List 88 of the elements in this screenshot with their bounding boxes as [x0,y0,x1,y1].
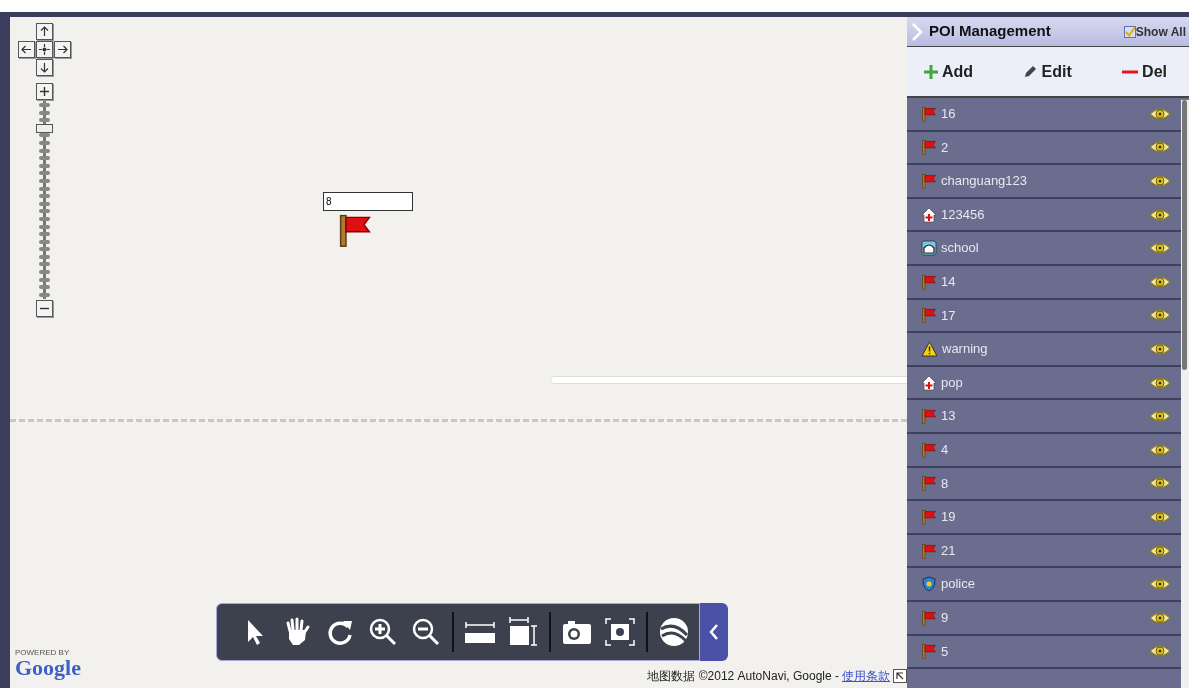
poi-label: 17 [941,306,956,325]
scrollbar[interactable] [1181,100,1189,688]
flag-icon [921,408,937,425]
panel-title: POI Management [929,21,1051,42]
eye-icon[interactable] [1149,542,1171,559]
warning-icon [921,340,938,357]
pan-right-button[interactable] [54,41,71,58]
poi-label: changuang123 [941,172,1028,191]
pencil-icon [1023,64,1038,79]
arrow-icon [21,44,32,55]
house-cross-icon [921,374,937,391]
poi-label: 14 [941,273,956,291]
eye-icon[interactable] [1149,340,1171,357]
flag-icon [921,173,937,189]
area-measure-icon[interactable] [506,615,540,649]
zoom-slider[interactable] [36,101,53,299]
map-attribution: 地图数据 ©2012 AutoNavi, Google - [647,668,839,685]
terms-link[interactable]: 使用条款 [842,667,890,685]
shield-icon [921,576,937,593]
flag-icon [921,105,937,122]
flag-icon [921,441,937,458]
poi-label: 4 [941,441,949,459]
eye-icon[interactable] [1149,105,1171,122]
screenshot-icon[interactable] [603,615,637,649]
poi-label: 9 [941,608,949,627]
poi-label: 2 [941,138,949,157]
flag-icon [921,508,937,525]
flag-icon [921,307,937,324]
poi-label: 8 [941,474,949,493]
flag-icon [921,139,937,156]
eye-icon[interactable] [1149,508,1171,525]
house-cross-icon [921,206,937,223]
poi-label: warning [942,340,988,359]
eye-icon[interactable] [1149,643,1171,660]
corner-arrow-icon[interactable] [893,669,907,683]
checkmark-icon [1124,25,1135,38]
arrow-icon [57,44,68,55]
flag-icon [921,542,937,559]
eye-icon[interactable] [1149,273,1171,290]
google-logo: Google [15,657,81,679]
poi-label: 5 [941,642,949,661]
show-all-checkbox[interactable]: Show All [1123,22,1186,41]
chevron-left-icon [709,624,719,640]
eye-icon[interactable] [1149,374,1171,391]
poi-label: 123456 [941,205,985,224]
eye-icon[interactable] [1149,173,1171,189]
zoom-out-button[interactable] [36,300,53,317]
slider-handle[interactable] [36,123,53,133]
arrow-icon [39,62,50,73]
eye-icon[interactable] [1149,139,1171,156]
school-icon [921,240,937,257]
flag-icon [921,475,937,492]
logo-caption: POWERED BY [15,649,71,657]
eye-icon[interactable] [1149,609,1171,626]
pan-down-button[interactable] [36,59,53,76]
del-button[interactable]: Del [1122,59,1167,84]
marker-label: 8 [323,192,413,211]
eye-icon[interactable] [1149,307,1171,324]
eye-icon[interactable] [1149,240,1171,257]
pan-left-button[interactable] [18,41,35,58]
plus-icon [924,64,938,79]
eye-icon[interactable] [1149,576,1171,593]
zoom-in-button[interactable] [36,83,53,100]
plus-icon [39,86,50,97]
crosshair-icon [39,44,50,55]
flag-icon [921,643,937,660]
flag-icon [337,212,373,248]
pan-up-button[interactable] [36,23,53,40]
eye-icon[interactable] [1149,441,1171,458]
poi-label: 13 [941,407,956,426]
eye-icon[interactable] [1149,206,1171,223]
poi-label: 21 [941,541,956,560]
globe-icon[interactable] [657,615,691,649]
pan-center-button[interactable] [36,41,53,58]
poi-label: police [941,575,975,594]
edit-button[interactable]: Edit [1023,59,1072,84]
eye-icon[interactable] [1149,408,1171,425]
arrow-icon [39,26,50,37]
eye-icon[interactable] [1149,475,1171,492]
add-button[interactable]: Add [924,59,974,84]
poi-label: 19 [941,508,956,527]
poi-label: pop [941,373,963,392]
collapse-button[interactable] [700,603,728,661]
flag-icon [921,609,937,626]
map-canvas[interactable]: 8 POWERED BY Google 地图数据 ©2012 AutoNavi, Google - 使用条款 [10,17,907,688]
poi-label: school [941,239,979,258]
flag-icon [921,273,937,290]
poi-label: 16 [941,105,956,124]
